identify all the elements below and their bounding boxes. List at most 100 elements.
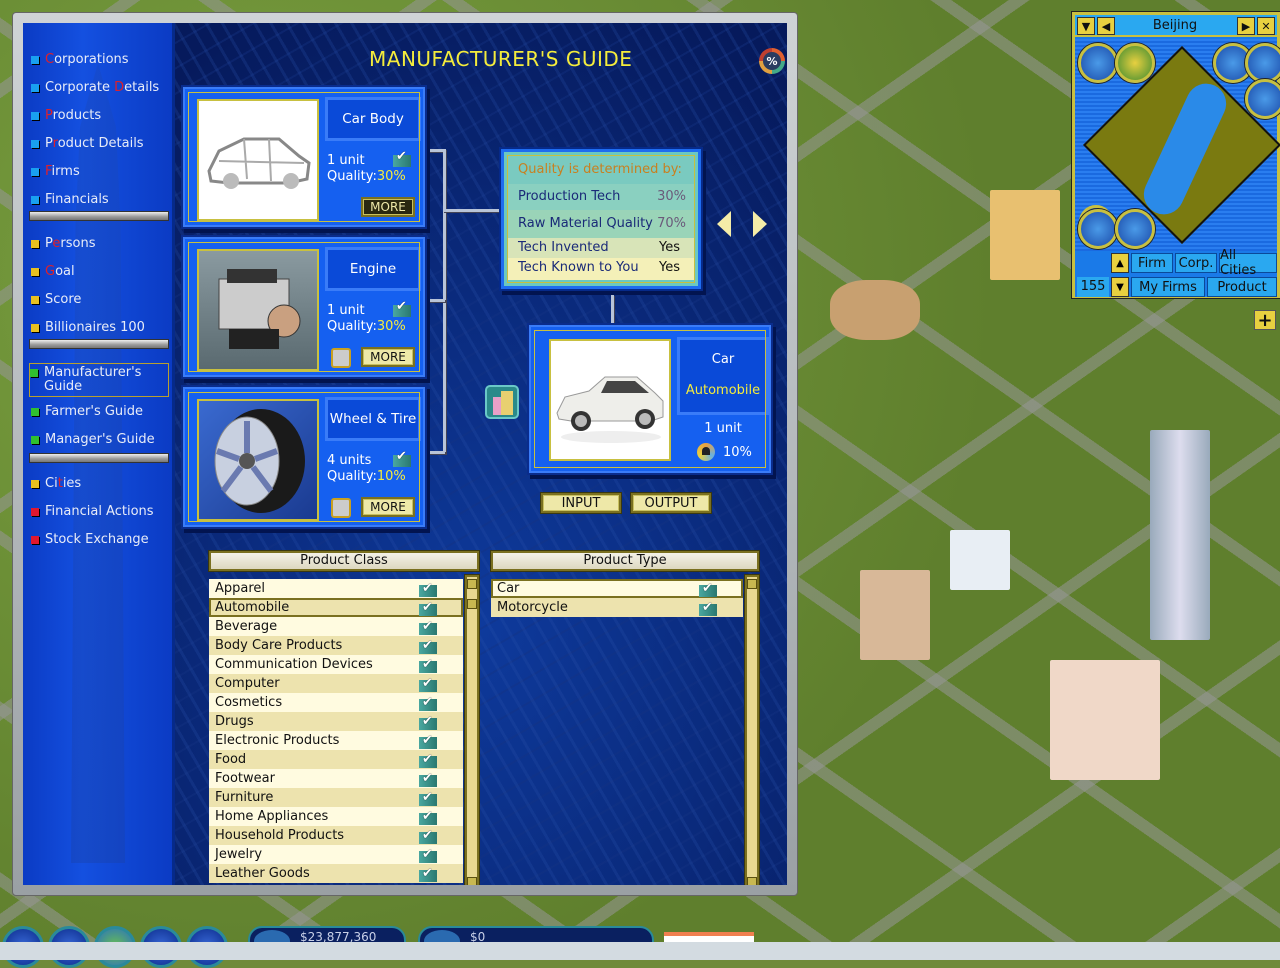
- scroll-up-button[interactable]: [467, 579, 477, 589]
- more-button[interactable]: MORE: [361, 497, 415, 517]
- prev-arrow-button[interactable]: [717, 211, 731, 237]
- output-button[interactable]: OUTPUT: [631, 493, 711, 513]
- select-checkbox[interactable]: [331, 348, 351, 368]
- percent-button[interactable]: %: [759, 48, 785, 74]
- hotkey-letter: C: [45, 52, 55, 67]
- sidebar-item[interactable]: Persons: [31, 237, 171, 251]
- sidebar-item-label: Financials: [45, 193, 109, 207]
- sidebar-item[interactable]: Cities: [31, 477, 171, 491]
- list-item[interactable]: Home Appliances: [209, 807, 463, 826]
- scroll-thumb[interactable]: [467, 599, 477, 609]
- list-item[interactable]: Leather Goods: [209, 864, 463, 883]
- list-item[interactable]: Communication Devices: [209, 655, 463, 674]
- sidebar: Corporations Corporate Details Products Pro…: [23, 23, 175, 885]
- list-item[interactable]: Footwear: [209, 769, 463, 788]
- more-button[interactable]: MORE: [361, 197, 415, 217]
- down-arrow-button[interactable]: ▼: [1111, 277, 1129, 297]
- prev-city-button[interactable]: ◀: [1097, 17, 1115, 35]
- list-item[interactable]: Food: [209, 750, 463, 769]
- quality-row: Tech Invented Yes: [508, 238, 694, 258]
- sidebar-item[interactable]: Stock Exchange: [31, 533, 171, 547]
- window-content: Corporations Corporate Details Products Pro…: [23, 23, 787, 885]
- select-checkbox[interactable]: [331, 498, 351, 518]
- sidebar-item[interactable]: Goal: [31, 265, 171, 279]
- list-item[interactable]: Apparel: [209, 579, 463, 598]
- input-card-wheel-tire[interactable]: Wheel & Tire 4 unitsQuality:10% MORE: [183, 387, 425, 527]
- product-type-scrollbar[interactable]: [745, 575, 759, 885]
- list-item[interactable]: Household Products: [209, 826, 463, 845]
- sidebar-item[interactable]: Product Details: [31, 137, 171, 151]
- sidebar-item-label: Persons: [45, 237, 95, 251]
- sidebar-item[interactable]: Farmer's Guide: [31, 405, 171, 419]
- scroll-down-button[interactable]: [467, 877, 477, 885]
- sidebar-item[interactable]: Manufacturer's Guide: [29, 363, 169, 397]
- building[interactable]: [950, 530, 1010, 590]
- label-text: Manufacturer's Guide: [44, 365, 142, 394]
- all-cities-button[interactable]: All Cities: [1219, 248, 1277, 278]
- next-arrow-button[interactable]: [753, 211, 767, 237]
- bullet-icon: [31, 168, 39, 176]
- more-button[interactable]: MORE: [361, 347, 415, 367]
- plus-icon[interactable]: +: [1254, 310, 1276, 331]
- row-value: 30%: [657, 189, 686, 204]
- next-city-button[interactable]: ▶: [1237, 17, 1255, 35]
- sidebar-item-label: Billionaires 100: [45, 321, 145, 335]
- pickaxe-icon[interactable]: [1245, 43, 1280, 83]
- close-button[interactable]: ✕: [1257, 17, 1275, 35]
- sidebar-item[interactable]: Financial Actions: [31, 505, 171, 519]
- building[interactable]: [830, 280, 920, 340]
- skyscraper[interactable]: [1150, 430, 1210, 640]
- sidebar-item[interactable]: Products: [31, 109, 171, 123]
- link-icon[interactable]: [1245, 79, 1280, 119]
- list-item-label: Computer: [215, 676, 280, 691]
- collapse-button[interactable]: ▼: [1077, 17, 1095, 35]
- building[interactable]: [990, 190, 1060, 280]
- list-item[interactable]: Body Care Products: [209, 636, 463, 655]
- list-item[interactable]: Jewelry: [209, 845, 463, 864]
- list-item[interactable]: Car: [491, 579, 743, 598]
- bullet-icon: [31, 240, 39, 248]
- corp-button[interactable]: Corp.: [1175, 253, 1217, 273]
- my-firms-button[interactable]: My Firms: [1131, 277, 1205, 297]
- sidebar-item[interactable]: Corporations: [31, 53, 171, 67]
- firm-button[interactable]: Firm: [1131, 253, 1173, 273]
- building[interactable]: [860, 570, 930, 660]
- label-text: etails: [124, 80, 160, 95]
- building-icon[interactable]: [485, 385, 519, 419]
- input-card-car-body[interactable]: Car Body 1 unitQuality:30% MORE: [183, 87, 425, 227]
- checkmark-icon: [417, 617, 439, 636]
- sidebar-item[interactable]: Firms: [31, 165, 171, 179]
- sidebar-item[interactable]: Corporate Details: [31, 81, 171, 95]
- money-icon[interactable]: [1115, 43, 1155, 83]
- list-item[interactable]: Cosmetics: [209, 693, 463, 712]
- hospital-building[interactable]: [1050, 660, 1160, 780]
- building-icon[interactable]: [1078, 209, 1118, 249]
- scroll-down-button[interactable]: [747, 877, 757, 885]
- product-class-scrollbar[interactable]: [465, 575, 479, 885]
- output-card[interactable]: Car Automobile 1 unit 10%: [529, 325, 771, 473]
- sidebar-item[interactable]: Billionaires 100: [31, 321, 171, 335]
- input-card-engine[interactable]: Engine 1 unitQuality:30% MORE: [183, 237, 425, 377]
- product-class-header[interactable]: Product Class: [209, 551, 479, 571]
- product-button[interactable]: Product: [1207, 277, 1277, 297]
- product-type-header[interactable]: Product Type: [491, 551, 759, 571]
- input-button[interactable]: INPUT: [541, 493, 621, 513]
- list-item[interactable]: Automobile: [209, 598, 463, 617]
- minimap-map[interactable]: INFO: [1075, 39, 1280, 251]
- row-value: Yes: [659, 240, 680, 255]
- sidebar-item[interactable]: Financials: [31, 193, 171, 207]
- list-item[interactable]: Computer: [209, 674, 463, 693]
- bullet-icon: [31, 196, 39, 204]
- up-arrow-button[interactable]: ▲: [1111, 253, 1129, 273]
- list-item[interactable]: Motorcycle: [491, 598, 743, 617]
- city-overview-icon[interactable]: [1078, 43, 1118, 83]
- sidebar-item[interactable]: Manager's Guide: [31, 433, 171, 447]
- land-icon[interactable]: [1115, 209, 1155, 249]
- scroll-up-button[interactable]: [747, 579, 757, 589]
- list-item-label: Footwear: [215, 771, 275, 786]
- list-item[interactable]: Electronic Products: [209, 731, 463, 750]
- list-item[interactable]: Beverage: [209, 617, 463, 636]
- sidebar-item[interactable]: Score: [31, 293, 171, 307]
- list-item[interactable]: Drugs: [209, 712, 463, 731]
- list-item[interactable]: Furniture: [209, 788, 463, 807]
